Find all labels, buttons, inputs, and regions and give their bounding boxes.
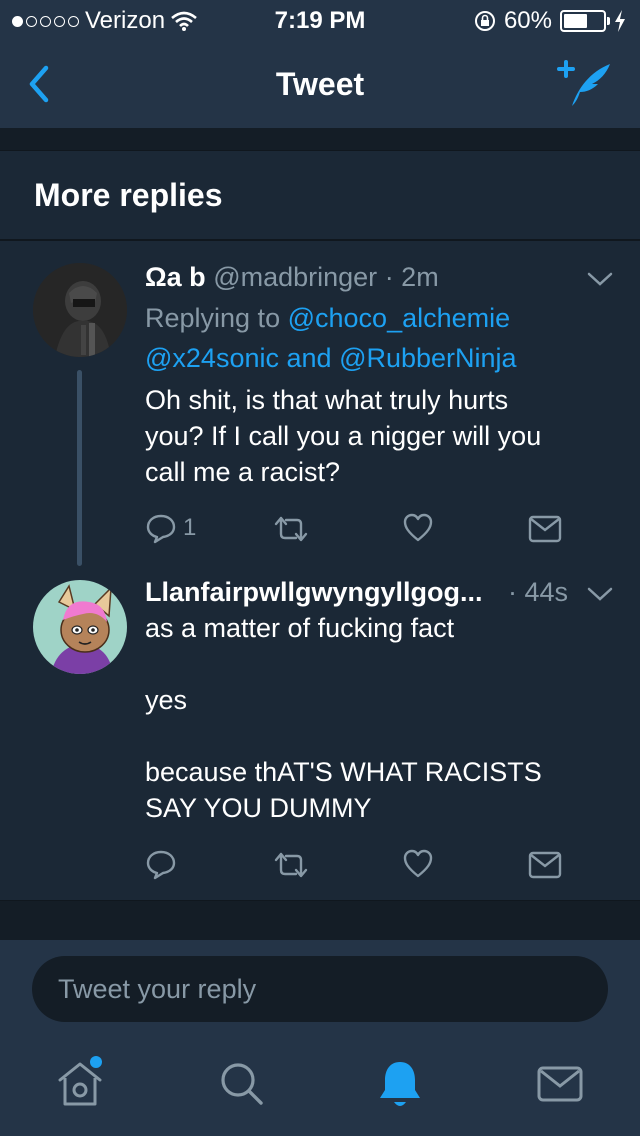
replying-to: Replying to @choco_alchemie @x24sonic an…	[145, 300, 517, 376]
section-gap	[0, 128, 640, 150]
handle[interactable]: @madbringer	[213, 262, 377, 292]
reply-input[interactable]: Tweet your reply	[32, 956, 608, 1022]
tweet-line	[145, 718, 542, 754]
reply-icon[interactable]	[145, 848, 177, 880]
search-icon[interactable]	[214, 1056, 270, 1112]
tweet-text: as a matter of fucking fact yes because …	[145, 610, 542, 826]
display-name[interactable]: Ωa b	[145, 262, 206, 292]
chevron-down-icon[interactable]	[586, 270, 614, 288]
rotation-lock-icon	[474, 11, 495, 31]
retweet-icon[interactable]	[272, 514, 310, 544]
tweet-line: because thAT'S WHAT RACISTS	[145, 757, 542, 787]
retweet-icon[interactable]	[272, 850, 310, 880]
replying-and: and	[286, 343, 332, 373]
like-icon[interactable]	[402, 848, 434, 880]
display-name[interactable]: Llanfairpwllgwyngyllgog...	[145, 577, 483, 607]
reply-count: 1	[183, 514, 197, 541]
tweet-line: SAY YOU DUMMY	[145, 793, 372, 823]
tweet-line: Oh shit, is that what truly hurts	[145, 385, 509, 415]
messages-icon[interactable]	[532, 1056, 588, 1112]
section-gap	[0, 900, 640, 940]
battery-icon	[560, 10, 610, 32]
charging-bolt-icon	[615, 10, 625, 32]
bottom-bar: Tweet your reply	[0, 940, 640, 1136]
status-bar: Verizon 7:19 PM 60%	[0, 0, 640, 40]
like-icon[interactable]	[402, 512, 434, 544]
reply-placeholder: Tweet your reply	[58, 973, 257, 1004]
mention-link[interactable]: @RubberNinja	[339, 343, 517, 373]
avatar[interactable]	[33, 580, 127, 674]
section-title[interactable]: More replies	[34, 177, 223, 214]
tweet-line: call me a racist?	[145, 457, 341, 487]
mention-link[interactable]: @choco_alchemie	[288, 303, 511, 333]
notifications-bell-icon[interactable]	[372, 1056, 428, 1112]
navigation-bar: Tweet	[0, 40, 640, 128]
direct-message-icon[interactable]	[528, 515, 562, 543]
thread-connector-line	[77, 370, 82, 566]
chevron-down-icon[interactable]	[586, 585, 614, 603]
top-bar: Verizon 7:19 PM 60% Tweet	[0, 0, 640, 128]
tweet-header: Llanfairpwllgwyngyllgog...	[145, 577, 483, 608]
compose-tweet-icon[interactable]	[556, 58, 614, 110]
avatar[interactable]	[33, 263, 127, 357]
tweet-header: Ωa b @madbringer · 2m	[145, 262, 439, 293]
mention-link[interactable]: @x24sonic	[145, 343, 279, 373]
tweet-text: Oh shit, is that what truly hurts you? I…	[145, 382, 541, 490]
tweet-line	[145, 646, 542, 682]
notification-dot	[90, 1056, 102, 1068]
divider	[0, 239, 640, 241]
reply-icon	[146, 514, 176, 544]
tweet-header-time: · 44s	[508, 577, 568, 608]
direct-message-icon[interactable]	[528, 851, 562, 879]
battery-percent: 60%	[503, 7, 552, 34]
timestamp: · 44s	[508, 577, 569, 607]
timestamp: · 2m	[384, 262, 439, 292]
tweet-line: as a matter of fucking fact	[145, 613, 455, 643]
reply-button[interactable]: 1	[145, 512, 196, 544]
tweet-line: yes	[145, 685, 188, 715]
replying-prefix: Replying to	[145, 303, 281, 333]
page-title: Tweet	[275, 66, 365, 102]
tweet-line: you? If I call you a nigger will you	[145, 421, 542, 451]
